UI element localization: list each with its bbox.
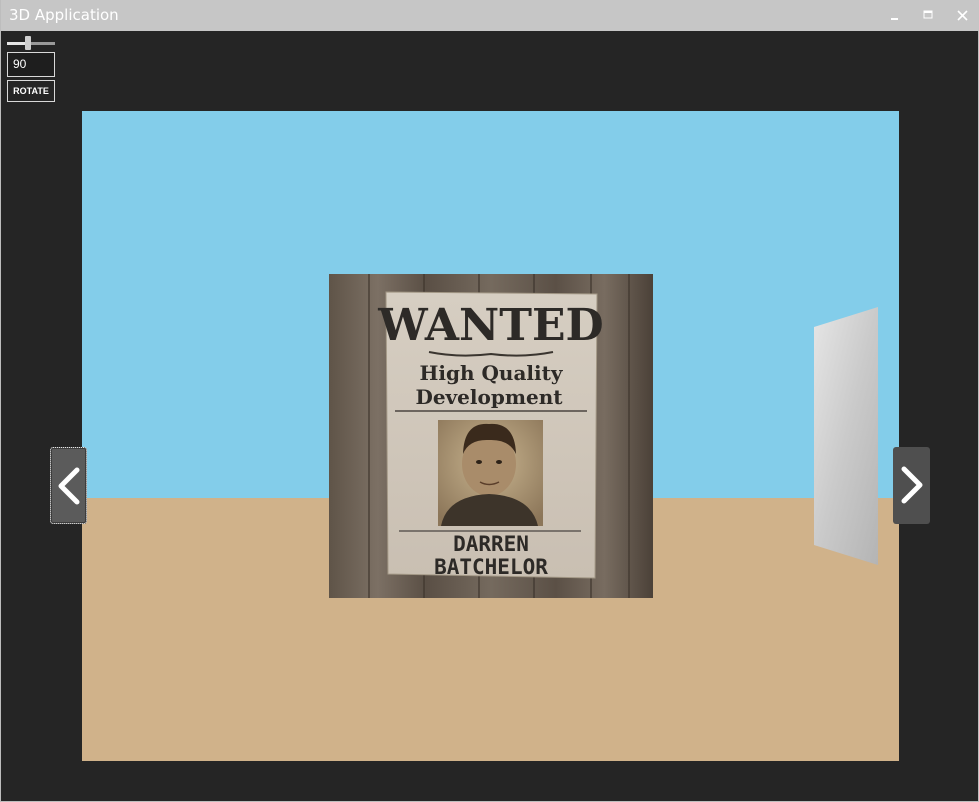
title-bar[interactable]: 3D Application [1,0,979,31]
side-card-panel[interactable] [814,307,880,565]
3d-viewport[interactable]: WANTED High Quality Development DARREN B… [82,111,899,761]
rotation-slider[interactable] [7,36,55,50]
maximize-icon [923,10,933,19]
maximize-button[interactable] [915,4,941,26]
poster-name-1: DARREN [453,532,529,556]
slider-thumb[interactable] [25,36,31,50]
next-button[interactable] [893,447,930,524]
window-title: 3D Application [9,6,119,24]
previous-button[interactable] [50,447,87,524]
poster-headline: WANTED [377,300,603,351]
wanted-poster[interactable]: WANTED High Quality Development DARREN B… [329,274,653,598]
app-window: 3D Application 90 ROTATE WANTED High Qua… [0,0,979,802]
slider-track-fill [7,42,27,45]
close-icon [957,10,968,21]
poster-line-1: High Quality [420,361,564,385]
rotation-value-input[interactable]: 90 [7,52,55,77]
minimize-icon [891,18,898,20]
close-button[interactable] [950,4,976,26]
chevron-right-icon [901,466,923,504]
chevron-left-icon [58,467,80,505]
poster-name-2: BATCHELOR [434,555,548,579]
poster-line-2: Development [415,385,563,409]
rotate-button[interactable]: ROTATE [7,80,55,102]
minimize-button[interactable] [881,4,907,26]
